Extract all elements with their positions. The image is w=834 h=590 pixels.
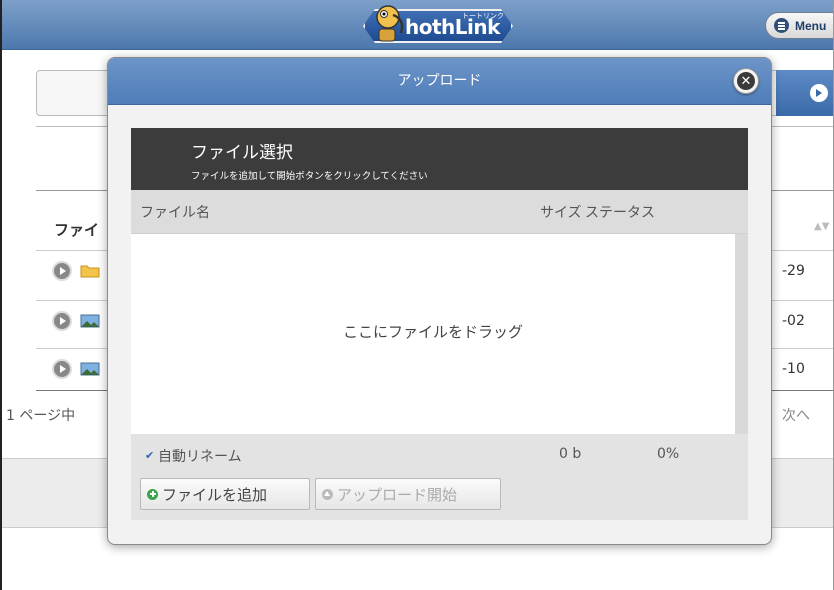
checkmark-icon: ✔ bbox=[145, 449, 155, 462]
auto-rename-checkbox[interactable]: ✔ 自動リネーム bbox=[145, 446, 242, 466]
column-status: ステータス bbox=[585, 205, 655, 221]
uploader-title-bar: ファイル選択 ファイルを追加して開始ボタンをクリックしてください bbox=[131, 128, 748, 190]
file-dropzone[interactable]: ここにファイルをドラッグ bbox=[131, 234, 735, 434]
add-files-button[interactable]: ファイルを追加 bbox=[140, 478, 310, 510]
file-uploader: ファイル選択 ファイルを追加して開始ボタンをクリックしてください ファイル名 サ… bbox=[131, 128, 748, 520]
auto-rename-label: 自動リネーム bbox=[158, 449, 242, 465]
uploader-heading: ファイル選択 bbox=[191, 143, 293, 163]
uploader-footer: ✔ 自動リネーム 0 b 0% ファイルを追加 アップロード開始 bbox=[131, 434, 748, 520]
dropzone-text: ここにファイルをドラッグ bbox=[342, 323, 523, 341]
uploader-subheading: ファイルを追加して開始ボタンをクリックしてください bbox=[191, 171, 428, 182]
plus-circle-icon bbox=[147, 488, 158, 500]
file-list-scrollbar[interactable] bbox=[735, 234, 748, 434]
start-upload-button[interactable]: アップロード開始 bbox=[315, 478, 501, 510]
column-filename: ファイル名 bbox=[140, 205, 210, 221]
total-percent: 0% bbox=[657, 446, 680, 462]
start-upload-label: アップロード開始 bbox=[337, 485, 458, 504]
close-icon: ✕ bbox=[737, 72, 755, 90]
file-list-header: ファイル名 サイズ ステータス bbox=[131, 190, 748, 234]
close-dialog-button[interactable]: ✕ bbox=[733, 68, 759, 94]
upload-dialog: アップロード ファイル選択 ファイルを追加して開始ボタンをクリックしてください … bbox=[107, 57, 772, 545]
dialog-title: アップロード bbox=[397, 73, 482, 89]
dialog-header: アップロード bbox=[108, 58, 771, 105]
add-files-label: ファイルを追加 bbox=[162, 485, 268, 504]
total-size: 0 b bbox=[559, 446, 582, 462]
column-size: サイズ bbox=[540, 205, 582, 221]
upload-arrow-icon bbox=[322, 488, 333, 500]
